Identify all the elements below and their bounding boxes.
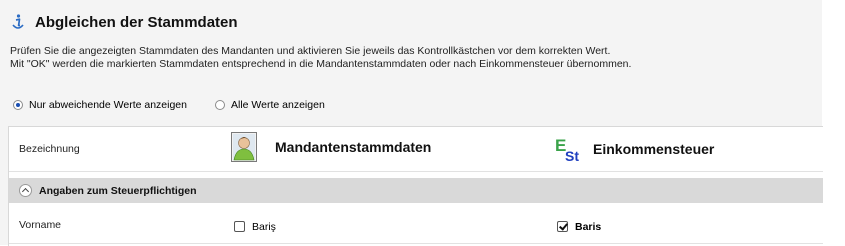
section-title: Angaben zum Steuerpflichtigen bbox=[39, 184, 197, 197]
description: Prüfen Sie die angezeigten Stammdaten de… bbox=[10, 45, 631, 71]
radio-label: Alle Werte anzeigen bbox=[231, 99, 325, 111]
value-cell-est: Baris bbox=[557, 218, 601, 236]
checkbox-est[interactable] bbox=[557, 221, 568, 233]
description-line: Prüfen Sie die angezeigten Stammdaten de… bbox=[10, 45, 611, 57]
value-mandant: Bariş bbox=[252, 220, 276, 233]
radio-only-different[interactable]: Nur abweichende Werte anzeigen bbox=[13, 99, 187, 111]
value-est: Baris bbox=[575, 220, 602, 233]
page-title: Abgleichen der Stammdaten bbox=[35, 13, 238, 31]
value-cell-mandant: Bariş bbox=[234, 218, 276, 236]
est-icon: E St bbox=[555, 136, 579, 162]
column-mandant: Mandantenstammdaten bbox=[231, 132, 431, 162]
info-icon bbox=[12, 14, 24, 29]
column-title-mandant: Mandantenstammdaten bbox=[275, 139, 432, 155]
column-est: E St Einkommensteuer bbox=[555, 136, 714, 162]
header: Abgleichen der Stammdaten bbox=[10, 13, 238, 31]
svg-text:St: St bbox=[565, 148, 579, 162]
radio-label: Nur abweichende Werte anzeigen bbox=[29, 99, 187, 111]
column-title-est: Einkommensteuer bbox=[593, 141, 715, 157]
row-label: Vorname bbox=[19, 219, 62, 231]
header-label: Bezeichnung bbox=[19, 143, 80, 155]
checkbox-mandant[interactable] bbox=[234, 221, 245, 233]
comparison-table: Bezeichnung Mandantenstammdaten E St Ein… bbox=[8, 126, 823, 246]
filter-radio-group: Nur abweichende Werte anzeigen Alle Wert… bbox=[13, 99, 325, 111]
description-line: Mit "OK" werden die markierten Stammdate… bbox=[10, 58, 632, 70]
table-row: Vorname Bariş Baris bbox=[9, 207, 823, 244]
radio-unselected-icon[interactable] bbox=[215, 100, 225, 110]
chevron-up-icon[interactable] bbox=[19, 184, 32, 197]
radio-selected-icon[interactable] bbox=[13, 100, 23, 110]
section-taxpayer[interactable]: Angaben zum Steuerpflichtigen bbox=[9, 178, 823, 203]
table-header-row: Bezeichnung Mandantenstammdaten E St Ein… bbox=[9, 127, 823, 172]
radio-all-values[interactable]: Alle Werte anzeigen bbox=[215, 99, 325, 111]
person-icon bbox=[231, 132, 257, 162]
